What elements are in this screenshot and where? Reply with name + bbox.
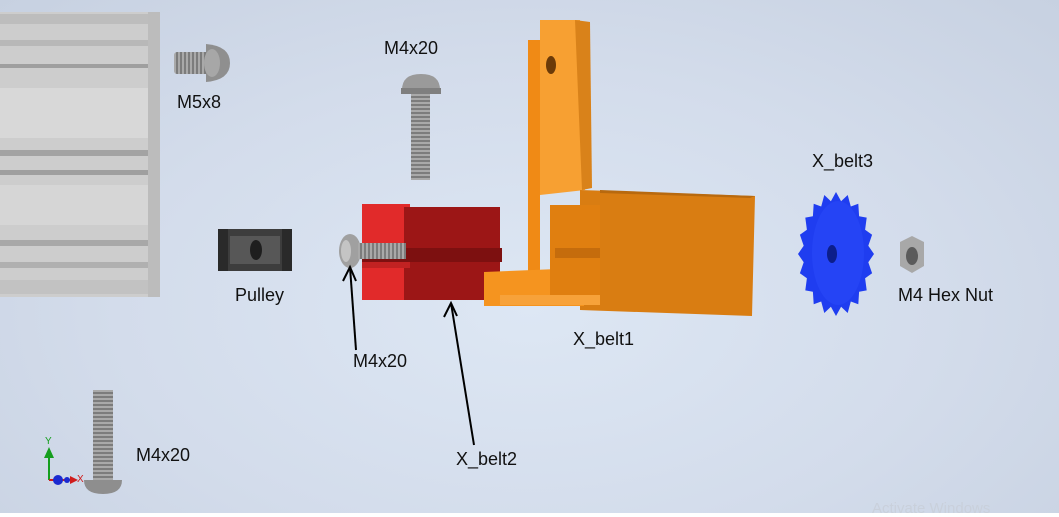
label-m5x8: M5x8 (177, 92, 222, 112)
activate-windows-watermark: Activate Windows (872, 500, 991, 517)
x-belt1-part[interactable] (484, 20, 755, 316)
pulley[interactable] (218, 229, 292, 271)
m4-hex-nut[interactable] (900, 236, 924, 273)
label-m4x20-bottom: M4x20 (136, 445, 191, 465)
callout-arrow-m4x20 (342, 264, 357, 351)
m4x20-bottom-screw[interactable] (84, 390, 122, 494)
label-x-belt3: X_belt3 (812, 151, 874, 171)
x-belt3-gear[interactable] (798, 192, 874, 316)
label-m4x20-top: M4x20 (384, 38, 439, 58)
assembly-scene[interactable] (0, 0, 1059, 513)
triad-y-label: Y (45, 436, 52, 447)
cad-viewport[interactable]: M5x8 M4x20 X_belt3 Pulley M4 Hex Nut X_b… (0, 0, 1059, 517)
m5x8-screw[interactable] (174, 44, 230, 82)
view-triad[interactable] (44, 447, 78, 485)
label-m4-hex-nut: M4 Hex Nut (898, 285, 994, 305)
label-x-belt1: X_belt1 (573, 329, 635, 349)
label-m4x20-middle: M4x20 (353, 351, 408, 371)
callout-arrow-x-belt2 (443, 300, 475, 446)
label-x-belt2: X_belt2 (456, 449, 518, 469)
triad-x-label: X (77, 474, 84, 485)
m4x20-top-screw[interactable] (401, 74, 441, 180)
aluminum-extrusion[interactable] (0, 12, 160, 297)
label-pulley: Pulley (235, 285, 285, 305)
